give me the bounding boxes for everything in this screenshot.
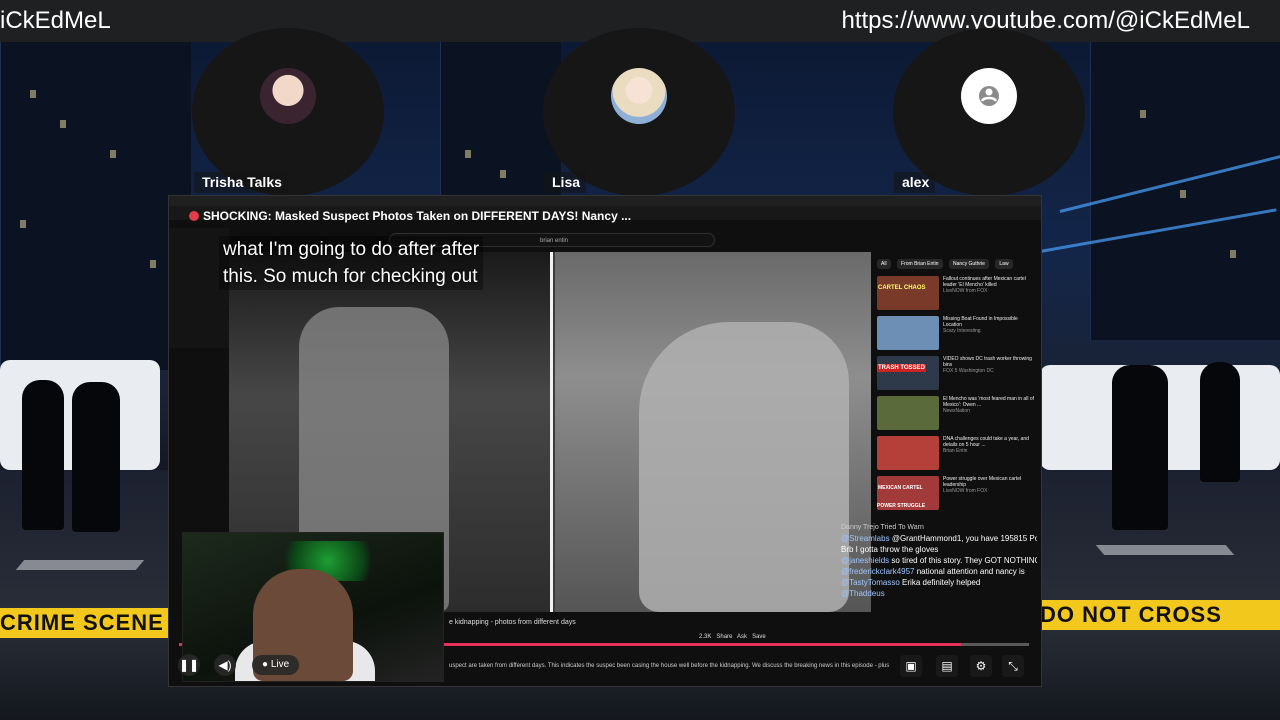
- building-left: [0, 40, 191, 370]
- chat-message: @TastyTomasso Erika definitely helped: [841, 578, 981, 587]
- recommendations-panel: All From Brian Entin Nancy Guthrie Law C…: [877, 252, 1037, 522]
- captions-icon[interactable]: ▤: [936, 655, 958, 677]
- crime-scene-tape-left: CRIME SCENE DO N: [0, 608, 170, 638]
- rec-meta: FOX 5 Washington DC: [943, 368, 994, 374]
- pause-button[interactable]: ❚❚: [178, 654, 200, 676]
- below-video-title: e kidnapping - photos from different day…: [449, 619, 576, 626]
- avatar: [260, 68, 316, 124]
- recommendation-item[interactable]: MEXICAN CARTEL POWER STRUGGLE Power strug…: [877, 476, 1037, 510]
- chat-message: @Thaddeus: [841, 589, 885, 598]
- participant-tile[interactable]: [192, 28, 384, 196]
- officer-silhouette: [1200, 362, 1240, 482]
- filter-chips: All From Brian Entin Nancy Guthrie Law: [877, 252, 1037, 269]
- officer-silhouette: [22, 380, 64, 530]
- live-caption: what I'm going to do after after this. S…: [219, 236, 484, 290]
- browser-tab-strip: [169, 196, 1041, 206]
- chat-message: Danny Trejo Tried To Warn: [841, 524, 924, 531]
- default-user-icon: [961, 68, 1017, 124]
- video-thumbnail: [877, 316, 939, 350]
- save-button[interactable]: Save: [752, 634, 766, 640]
- recommendation-item[interactable]: Missing Boat Found in Impossible Locatio…: [877, 316, 1037, 350]
- photo-divider: [550, 252, 553, 612]
- participant-name: alex: [894, 172, 936, 193]
- rec-title: DNA challenges could take a year, and de…: [943, 436, 1029, 448]
- recommendation-item[interactable]: CARTEL CHAOS Fallout continues after Mexi…: [877, 276, 1037, 310]
- like-count[interactable]: 2.3K: [699, 634, 711, 640]
- video-actions: 2.3K Share Ask Save: [699, 634, 766, 640]
- recommendation-item[interactable]: TRASH TOSSED VIDEO shows DC trash worker …: [877, 356, 1037, 390]
- caption-line: this. So much for checking out: [223, 266, 478, 287]
- rec-title: Missing Boat Found in Impossible Locatio…: [943, 316, 1018, 328]
- rec-title: Power struggle over Mexican cartel leade…: [943, 476, 1022, 488]
- avatar: [611, 68, 667, 124]
- video-thumbnail: MEXICAN CARTEL POWER STRUGGLE: [877, 476, 939, 510]
- rec-title: El Mencho was 'most feared man in all of…: [943, 396, 1034, 408]
- chat-message: @janeshields so tired of this story. The…: [841, 556, 1037, 565]
- video-thumbnail: CARTEL CHAOS: [877, 276, 939, 310]
- video-title: SHOCKING: Masked Suspect Photos Taken on…: [203, 209, 632, 223]
- fullscreen-icon[interactable]: ⤡: [1002, 655, 1024, 677]
- caption-line: what I'm going to do after after: [223, 239, 480, 260]
- participant-name: Trisha Talks: [194, 172, 288, 193]
- video-description: uspect are taken from different days. Th…: [449, 663, 890, 669]
- recommendation-item[interactable]: DNA challenges could take a year, and de…: [877, 436, 1037, 470]
- filter-chip[interactable]: From Brian Entin: [897, 259, 943, 269]
- video-thumbnail: TRASH TOSSED: [877, 356, 939, 390]
- rec-meta: Brian Entin: [943, 448, 968, 454]
- recommendation-item[interactable]: El Mencho was 'most feared man in all of…: [877, 396, 1037, 430]
- rec-title: Fallout continues after Mexican cartel l…: [943, 276, 1026, 288]
- rec-meta: NewsNation: [943, 408, 970, 414]
- rec-meta: LiveNOW from FOX: [943, 488, 988, 494]
- rec-meta: LiveNOW from FOX: [943, 288, 988, 294]
- participant-tile[interactable]: [893, 28, 1085, 196]
- chat-message: @frederickclark4957 national attention a…: [841, 567, 1025, 576]
- filter-chip[interactable]: Law: [995, 259, 1013, 269]
- ask-button[interactable]: Ask: [737, 634, 747, 640]
- filter-chip[interactable]: Nancy Guthrie: [948, 259, 989, 269]
- chat-message: Brb I gotta throw the gloves: [841, 545, 939, 554]
- record-icon: [189, 211, 199, 221]
- crime-scene-tape-right: DO NOT CROSS: [1040, 600, 1280, 630]
- channel-handle: iCkEdMeL: [0, 7, 111, 34]
- miniplayer-icon[interactable]: ▣: [900, 655, 922, 677]
- video-thumbnail: [877, 436, 939, 470]
- chat-message: @Streamlabs @GrantHammond1, you have 195…: [841, 534, 1037, 543]
- live-badge[interactable]: ● Live: [252, 655, 300, 675]
- participant-name: Lisa: [544, 172, 587, 193]
- share-button[interactable]: Share: [716, 634, 732, 640]
- rec-meta: Scary Interesting: [943, 328, 981, 334]
- channel-url: https://www.youtube.com/@iCkEdMeL: [841, 7, 1250, 34]
- video-thumbnail: [877, 396, 939, 430]
- volume-icon[interactable]: ◀): [214, 654, 236, 676]
- settings-gear-icon[interactable]: ⚙: [970, 655, 992, 677]
- participant-tile[interactable]: [543, 28, 735, 196]
- officer-silhouette: [72, 382, 120, 532]
- suspect-figure: [639, 322, 849, 612]
- rec-title: VIDEO shows DC trash worker throwing bin…: [943, 356, 1032, 368]
- filter-chip[interactable]: All: [877, 259, 891, 269]
- officer-silhouette: [1112, 365, 1168, 530]
